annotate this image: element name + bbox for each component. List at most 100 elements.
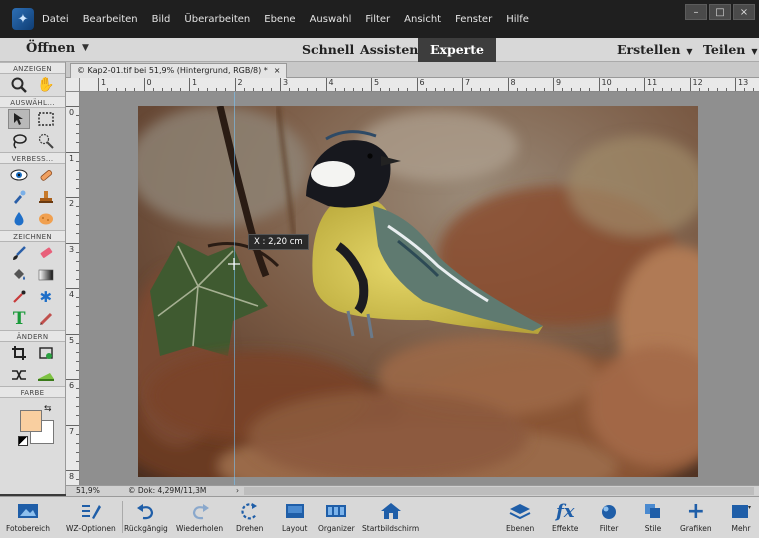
ruler-minor-tick (653, 88, 655, 91)
menu-ansicht[interactable]: Ansicht (404, 14, 441, 25)
ruler-minor-tick (76, 233, 79, 235)
ruler-minor-tick (170, 88, 172, 91)
ruler-tick (66, 288, 79, 289)
open-button[interactable]: Öffnen (26, 41, 75, 56)
ruler-minor-tick (161, 88, 163, 91)
marquee-tool-icon[interactable] (35, 109, 57, 129)
ruler-tick (66, 470, 79, 471)
ruler-number: 8 (69, 472, 75, 481)
ruler-minor-tick (225, 88, 227, 91)
document-tab[interactable]: © Kap2-01.tif bei 51,9% (Hintergrund, RG… (70, 63, 288, 78)
default-colors-icon[interactable] (18, 436, 28, 446)
layout-label: Layout (282, 524, 308, 533)
menu-ebene[interactable]: Ebene (264, 14, 295, 25)
layers-icon (509, 499, 531, 523)
zoom-level[interactable]: 51,9% (76, 486, 100, 496)
paint-bucket-tool-icon[interactable] (8, 265, 30, 285)
brush-tool-icon[interactable] (8, 243, 30, 263)
sponge-tool-icon[interactable] (35, 209, 57, 229)
layout-button[interactable]: Layout (282, 499, 308, 533)
ruler-minor-tick (389, 88, 391, 91)
eyedropper-tool-icon[interactable] (8, 287, 30, 307)
graphics-button[interactable]: + Grafiken (680, 499, 712, 534)
open-dropdown-icon[interactable]: ▼ (82, 43, 89, 53)
organizer-label: Organizer (318, 524, 355, 533)
menu-auswahl[interactable]: Auswahl (310, 14, 352, 25)
horizontal-scrollbar[interactable] (244, 487, 754, 495)
tab-schnell[interactable]: Schnell (302, 38, 354, 62)
ruler-number: 6 (69, 381, 75, 390)
layers-button[interactable]: Ebenen (506, 499, 534, 533)
red-eye-tool-icon[interactable] (8, 165, 30, 185)
ruler-minor-tick (744, 88, 746, 91)
ruler-minor-tick (125, 88, 127, 91)
ruler-minor-tick (398, 88, 400, 91)
create-menu[interactable]: Erstellen ▼ (617, 38, 693, 62)
redo-button[interactable]: Wiederholen (176, 499, 223, 533)
home-screen-button[interactable]: Startbildschirm (362, 499, 419, 533)
menu-filter[interactable]: Filter (365, 14, 390, 25)
ruler-minor-tick (607, 88, 609, 91)
styles-button[interactable]: Stile (642, 499, 664, 533)
canvas-area[interactable]: X : 2,20 cm (80, 92, 759, 485)
text-tool-icon[interactable]: T (8, 309, 30, 329)
ruler-minor-tick (134, 88, 136, 91)
ruler-tick (280, 78, 281, 91)
eraser-tool-icon[interactable] (35, 243, 57, 263)
foreground-color-swatch[interactable] (20, 410, 42, 432)
menu-bild[interactable]: Bild (152, 14, 171, 25)
ruler-minor-tick (216, 88, 218, 91)
photo-bin-label: Fotobereich (6, 524, 51, 533)
ruler-minor-tick (407, 88, 409, 91)
ruler-minor-tick (361, 88, 363, 91)
rotate-button[interactable]: Drehen (236, 499, 263, 533)
organizer-button[interactable]: Organizer (318, 499, 355, 533)
menu-ueberarbeiten[interactable]: Überarbeiten (184, 14, 250, 25)
layout-icon (284, 499, 306, 523)
recompose-tool-icon[interactable] (35, 343, 57, 363)
custom-shape-tool-icon[interactable]: ✱ (35, 287, 57, 307)
photo-bin-button[interactable]: Fotobereich (6, 499, 50, 533)
pencil-tool-icon[interactable] (35, 309, 57, 329)
minimize-button[interactable]: – (685, 4, 707, 20)
close-icon[interactable]: × (274, 66, 281, 75)
ruler-minor-tick (270, 88, 272, 91)
status-arrow-icon[interactable]: › (236, 486, 239, 496)
move-tool-icon[interactable] (8, 109, 31, 129)
gradient-tool-icon[interactable] (35, 265, 57, 285)
more-button[interactable]: Mehr (730, 499, 752, 533)
hand-tool-icon[interactable]: ✋ (35, 75, 57, 95)
filter-button[interactable]: Filter (598, 499, 620, 533)
smart-brush-tool-icon[interactable] (8, 187, 30, 207)
menu-bar: ✦ Datei Bearbeiten Bild Überarbeiten Ebe… (0, 0, 759, 38)
quick-selection-tool-icon[interactable] (35, 131, 57, 151)
tab-assistent[interactable]: Assistent (360, 38, 424, 62)
toolbox: ANZEIGEN ✋ AUSWÄHL... VERBESS... ZEICHNE… (0, 62, 66, 494)
menu-fenster[interactable]: Fenster (455, 14, 492, 25)
maximize-button[interactable]: □ (709, 4, 731, 20)
effects-button[interactable]: fx Effekte (552, 499, 578, 534)
ruler-minor-tick (76, 360, 79, 362)
content-aware-move-tool-icon[interactable] (8, 365, 30, 385)
crop-tool-icon[interactable] (8, 343, 30, 363)
clone-stamp-tool-icon[interactable] (35, 187, 57, 207)
tool-options-button[interactable]: WZ-Optionen (66, 499, 116, 533)
swap-colors-icon[interactable]: ⇆ (44, 404, 52, 414)
share-menu[interactable]: Teilen ▼ (703, 38, 758, 62)
tab-experte[interactable]: Experte (418, 38, 496, 62)
straighten-tool-icon[interactable] (35, 365, 57, 385)
ruler-tick (98, 78, 99, 91)
lasso-tool-icon[interactable] (8, 131, 30, 151)
blur-tool-icon[interactable] (8, 209, 30, 229)
zoom-tool-icon[interactable] (8, 75, 30, 95)
undo-button[interactable]: Rückgängig (124, 499, 168, 533)
close-window-button[interactable]: × (733, 4, 755, 20)
menu-datei[interactable]: Datei (42, 14, 69, 25)
menu-hilfe[interactable]: Hilfe (506, 14, 529, 25)
menu-bearbeiten[interactable]: Bearbeiten (83, 14, 138, 25)
create-label: Erstellen (617, 42, 681, 57)
spot-healing-tool-icon[interactable] (35, 165, 57, 185)
photo-great-tit[interactable] (138, 106, 698, 477)
ruler-minor-tick (562, 88, 564, 91)
rotate-label: Drehen (236, 524, 264, 533)
